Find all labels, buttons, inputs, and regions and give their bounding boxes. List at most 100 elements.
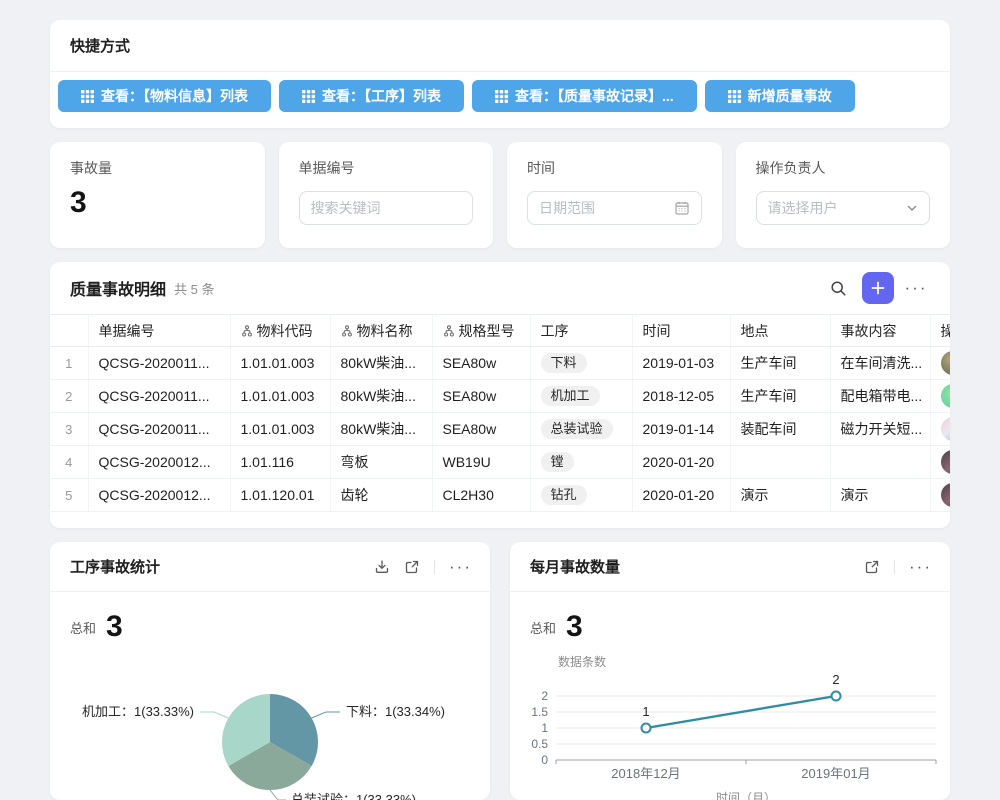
cell-content: 演示 [830, 479, 930, 512]
button-label: 查看：【物料信息】列表 [101, 86, 248, 106]
cell-doc-no: QCSG-2020011... [88, 413, 230, 446]
pie-leader-bottom [270, 790, 286, 800]
data-point-1[interactable] [642, 724, 651, 733]
svg-text:0: 0 [541, 753, 548, 767]
x-axis [556, 760, 936, 764]
button-label: 查看：【质量事故记录】... [515, 86, 674, 106]
table-row[interactable]: 1 QCSG-2020011... 1.01.01.003 80kW柴油... … [50, 347, 950, 380]
pie-label-jijiagong: 机加工：1(33.33%) [82, 704, 194, 719]
download-icon[interactable] [374, 559, 390, 575]
add-record-button[interactable] [862, 272, 894, 304]
col-process[interactable]: 工序 [530, 315, 632, 347]
pie-leader-right [312, 712, 340, 718]
cell-spec: SEA80w [432, 347, 530, 380]
table-row[interactable]: 4 QCSG-2020012... 1.01.116 弯板 WB19U 镗 20… [50, 446, 950, 479]
cell-process: 镗 [530, 446, 632, 479]
svg-text:1.5: 1.5 [531, 705, 548, 719]
process-stats-card: 工序事故统计 ··· 总和 3 机加工：1(33.33%) [50, 542, 490, 800]
chart-more-button[interactable]: ··· [909, 557, 932, 577]
doc-no-search-input[interactable]: 搜索关键词 [299, 191, 474, 225]
operator-filter-card: 操作负责人 请选择用户 [736, 142, 951, 248]
y-axis-labels: 2 1.5 1 0.5 0 [531, 689, 548, 767]
pie-leader-left [200, 712, 228, 718]
cell-place [730, 446, 830, 479]
process-tag: 下料 [541, 353, 587, 373]
cell-time: 2019-01-14 [632, 413, 730, 446]
data-point-2[interactable] [832, 692, 841, 701]
relation-icon [241, 325, 253, 337]
grid-icon [302, 90, 315, 103]
divider [434, 560, 435, 574]
operator-select[interactable]: 请选择用户 [756, 191, 931, 225]
operator-label: 操作负责人 [756, 158, 931, 178]
table-row[interactable]: 2 QCSG-2020011... 1.01.01.003 80kW柴油... … [50, 380, 950, 413]
col-spec-model[interactable]: 规格型号 [432, 315, 530, 347]
col-material-code[interactable]: 物料代码 [230, 315, 330, 347]
view-material-list-button[interactable]: 查看：【物料信息】列表 [58, 80, 271, 112]
sum-value: 3 [566, 612, 583, 642]
more-menu-button[interactable]: ··· [900, 272, 932, 304]
cell-operator [930, 380, 950, 413]
date-range-input[interactable]: 日期范围 [527, 191, 702, 225]
cell-doc-no: QCSG-2020011... [88, 347, 230, 380]
cell-time: 2019-01-03 [632, 347, 730, 380]
select-placeholder: 请选择用户 [768, 198, 838, 218]
process-tag: 总装试验 [541, 419, 613, 439]
calendar-icon [674, 200, 690, 216]
cell-doc-no: QCSG-2020012... [88, 479, 230, 512]
y-axis-title: 数据条数 [558, 654, 606, 669]
pie-label-zongzhuang: 总装试验：1(33.33%) [291, 792, 416, 800]
point-label-2: 2 [832, 672, 839, 687]
col-doc-no[interactable]: 单据编号 [88, 315, 230, 347]
col-place[interactable]: 地点 [730, 315, 830, 347]
svg-text:2: 2 [541, 689, 548, 703]
cell-time: 2020-01-20 [632, 479, 730, 512]
process-tag: 钻孔 [541, 485, 587, 505]
incident-detail-card: 质量事故明细 共 5 条 ··· 单据编号 物料代码 物料名称 规格型号 工序 [50, 262, 950, 528]
cell-operator [930, 446, 950, 479]
row-number: 5 [50, 479, 88, 512]
doc-no-label: 单据编号 [299, 158, 474, 178]
time-filter-card: 时间 日期范围 [507, 142, 722, 248]
chart-more-button[interactable]: ··· [449, 557, 472, 577]
expand-icon[interactable] [864, 559, 880, 575]
view-process-list-button[interactable]: 查看：【工序】列表 [279, 80, 464, 112]
cell-operator [930, 347, 950, 380]
incident-table: 单据编号 物料代码 物料名称 规格型号 工序 时间 地点 事故内容 操作负责人 … [50, 314, 950, 512]
avatar [941, 450, 951, 474]
pie-label-xialiao: 下料：1(33.34%) [346, 704, 445, 719]
cell-spec: SEA80w [432, 380, 530, 413]
time-label: 时间 [527, 158, 702, 178]
cell-process: 钻孔 [530, 479, 632, 512]
x-label-jan: 2019年01月 [801, 766, 870, 781]
shortcuts-card: 快捷方式 查看：【物料信息】列表 查看：【工序】列表 查看：【质量事故记录】..… [50, 20, 950, 128]
add-incident-button[interactable]: 新增质量事故 [705, 80, 855, 112]
search-icon [830, 280, 847, 297]
cell-material-name: 80kW柴油... [330, 413, 432, 446]
table-row[interactable]: 3 QCSG-2020011... 1.01.01.003 80kW柴油... … [50, 413, 950, 446]
col-time[interactable]: 时间 [632, 315, 730, 347]
table-row[interactable]: 5 QCSG-2020012... 1.01.120.01 齿轮 CL2H30 … [50, 479, 950, 512]
x-axis-title: 时间（月） [716, 791, 776, 800]
shortcuts-button-row: 查看：【物料信息】列表 查看：【工序】列表 查看：【质量事故记录】... 新增质… [50, 72, 950, 120]
row-number: 3 [50, 413, 88, 446]
cell-material-code: 1.01.116 [230, 446, 330, 479]
pie-chart-title: 工序事故统计 [70, 556, 374, 577]
col-operator[interactable]: 操作负责人 [930, 315, 950, 347]
expand-icon[interactable] [404, 559, 420, 575]
cell-operator [930, 413, 950, 446]
monthly-count-card: 每月事故数量 ··· 总和 3 数据条数 [510, 542, 950, 800]
view-incident-records-button[interactable]: 查看：【质量事故记录】... [472, 80, 697, 112]
cell-place: 装配车间 [730, 413, 830, 446]
doc-no-filter-card: 单据编号 搜索关键词 [279, 142, 494, 248]
cell-material-name: 80kW柴油... [330, 347, 432, 380]
col-material-name[interactable]: 物料名称 [330, 315, 432, 347]
relation-icon [341, 325, 353, 337]
cell-process: 总装试验 [530, 413, 632, 446]
sum-value: 3 [106, 612, 123, 642]
point-label-1: 1 [642, 704, 649, 719]
cell-material-name: 80kW柴油... [330, 380, 432, 413]
col-incident-content[interactable]: 事故内容 [830, 315, 930, 347]
cell-material-code: 1.01.01.003 [230, 413, 330, 446]
search-button[interactable] [822, 272, 854, 304]
